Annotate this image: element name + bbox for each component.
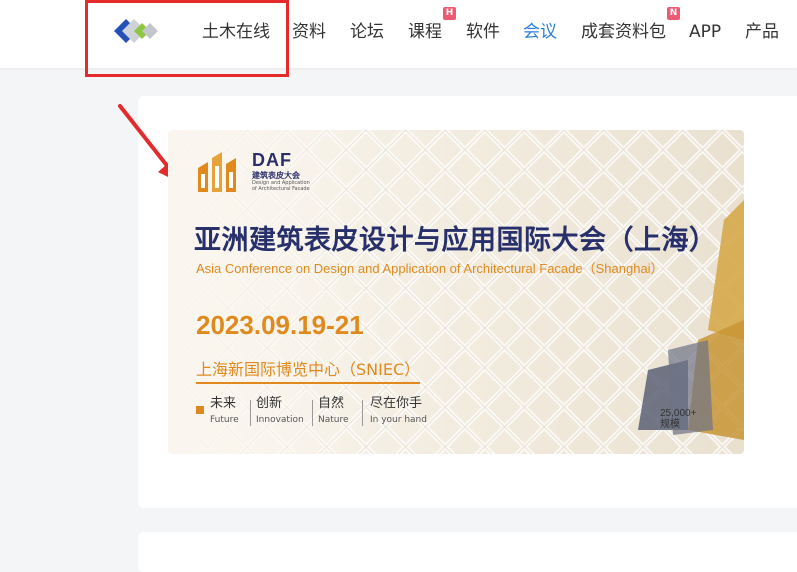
slogan-divider — [250, 400, 251, 426]
banner-title: 亚洲建筑表皮设计与应用国际大会（上海） — [194, 225, 717, 256]
slogan-future-en: Future — [210, 415, 239, 425]
nav-item-forum[interactable]: 论坛 — [350, 20, 384, 44]
nav-item-conference[interactable]: 会议 — [523, 20, 557, 44]
slogan-in-your-hand-cn: 尽在你手 — [370, 396, 423, 411]
slogan-innovation-cn: 创新 — [256, 396, 283, 411]
slogan-in-your-hand-en: In your hand — [370, 415, 427, 425]
scale-label: 规模 — [660, 419, 680, 430]
nav-item-courses[interactable]: 课程 — [408, 20, 442, 44]
new-badge: N — [667, 7, 680, 20]
slogan-marker — [196, 406, 204, 414]
banner-date: 2023.09.19-21 — [196, 310, 364, 340]
scale-number: 25,000+ — [660, 408, 697, 419]
nav-item-packages[interactable]: 成套资料包 — [581, 20, 666, 44]
content-card-secondary — [138, 532, 797, 572]
slogan-divider — [362, 400, 363, 426]
slogan-innovation-en: Innovation — [256, 415, 304, 425]
scale-info: 25,000+ 规模 — [660, 408, 696, 430]
slogan-divider — [312, 400, 313, 426]
nav-item-app[interactable]: APP — [689, 20, 721, 44]
slogan-in-your-hand: 尽在你手 In your hand — [370, 396, 427, 428]
slogan-nature-en: Nature — [318, 415, 349, 425]
daf-logo-icon — [198, 152, 236, 192]
banner-venue: 上海新国际博览中心（SNIEC） — [196, 356, 421, 384]
nav-item-resources[interactable]: 资料 — [292, 20, 326, 44]
daf-logo-text: DAF — [252, 150, 292, 170]
slogan-nature-cn: 自然 — [318, 396, 345, 411]
hot-badge: H — [443, 7, 456, 20]
annotation-highlight-box — [85, 0, 289, 77]
slogan-future-cn: 未来 — [210, 396, 237, 411]
slogan-nature: 自然 Nature — [318, 396, 349, 428]
conference-banner[interactable]: DAF 建筑表皮大会 Design and Application of Arc… — [168, 130, 744, 454]
banner-subtitle: Asia Conference on Design and Applicatio… — [196, 261, 664, 276]
nav-item-software[interactable]: 软件 — [466, 20, 500, 44]
slogan-future: 未来 Future — [210, 396, 239, 428]
daf-logo-english: Design and Application of Architectural … — [252, 180, 310, 192]
slogan-innovation: 创新 Innovation — [256, 396, 304, 428]
nav-item-products[interactable]: 产品 — [745, 20, 779, 44]
